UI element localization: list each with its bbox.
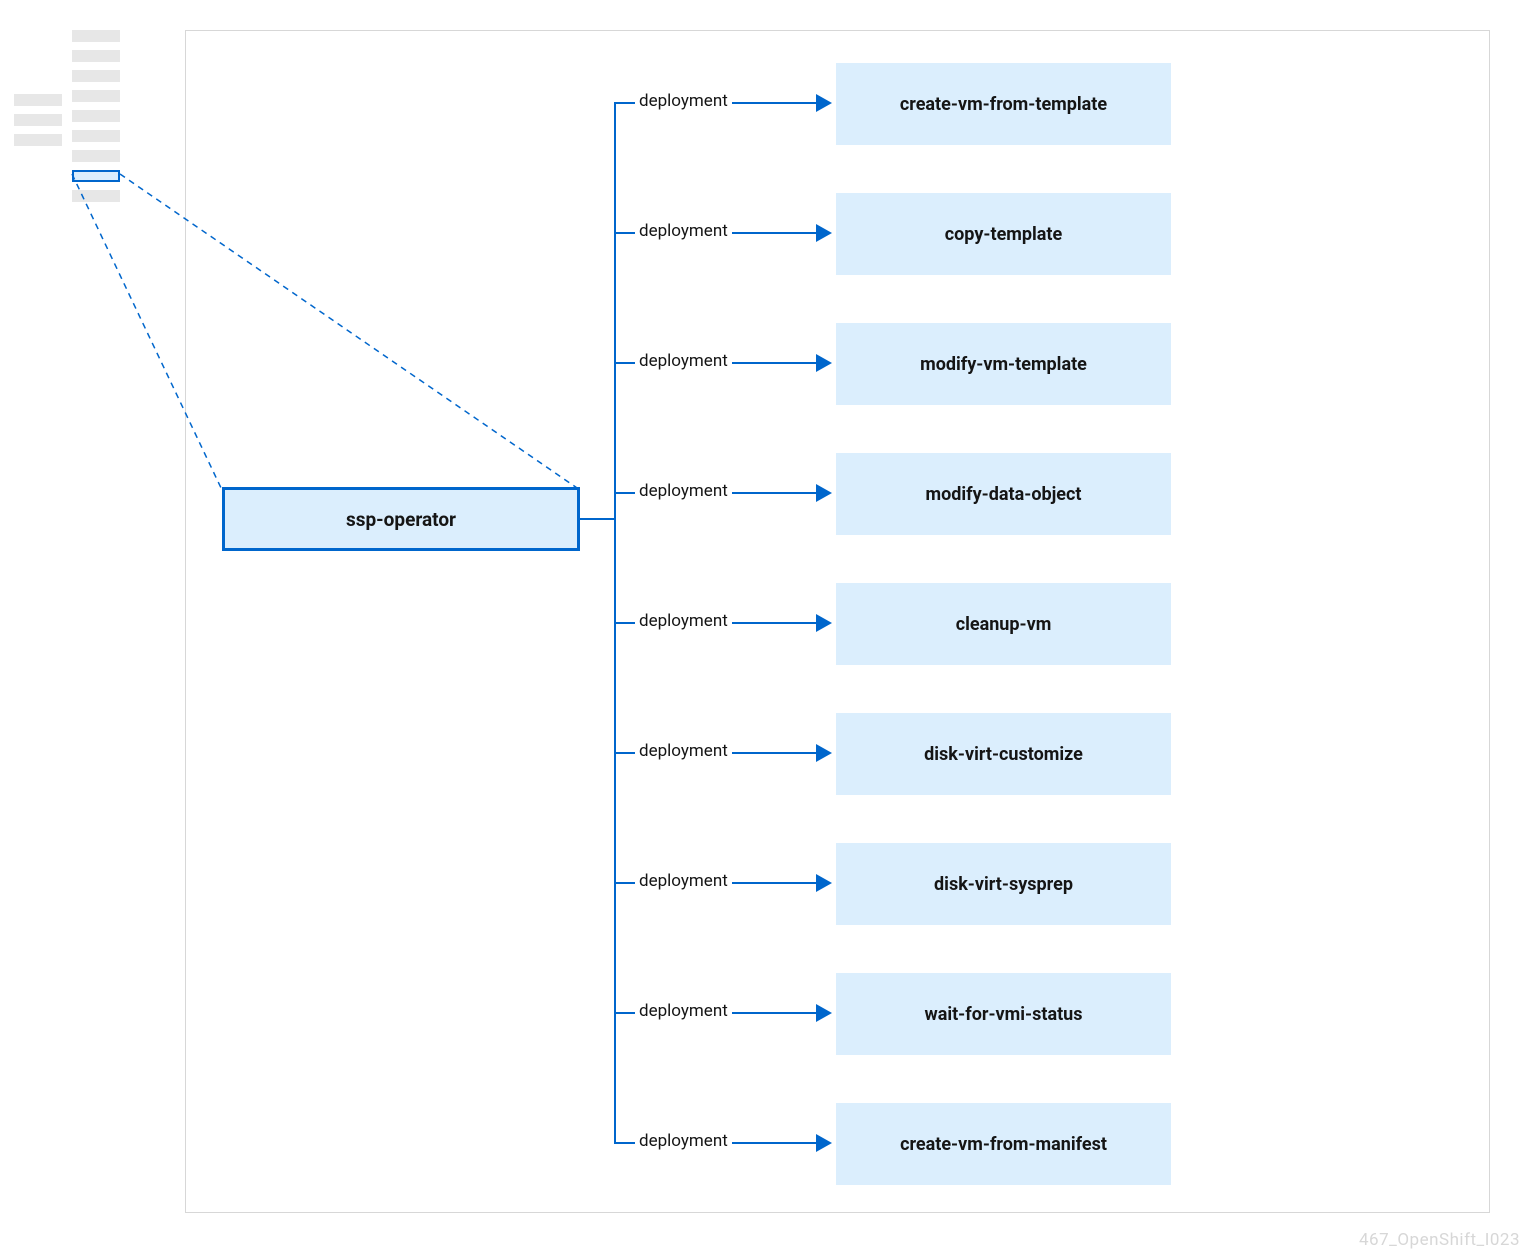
footer-label: 467_OpenShift_I023 [1359,1230,1520,1250]
target-copy-template: copy-template [836,193,1171,275]
diagram-canvas: ssp-operator deployment create-vm-from-t… [0,0,1520,1260]
trunk-line [580,518,616,520]
arrow-icon [816,874,832,892]
legend-bar [14,134,62,146]
arrow-icon [816,744,832,762]
legend-right-column [72,30,120,210]
legend-bar [72,70,120,82]
target-label: disk-virt-sysprep [934,874,1073,895]
target-label: modify-vm-template [920,354,1087,375]
target-label: wait-for-vmi-status [924,1004,1082,1025]
target-create-vm-from-template: create-vm-from-template [836,63,1171,145]
target-disk-virt-sysprep: disk-virt-sysprep [836,843,1171,925]
edge-label: deployment [635,611,732,631]
legend-bar [72,90,120,102]
target-wait-for-vmi-status: wait-for-vmi-status [836,973,1171,1055]
legend-left-column [14,94,62,154]
arrow-icon [816,354,832,372]
legend-bar [72,150,120,162]
edge-label: deployment [635,741,732,761]
target-modify-data-object: modify-data-object [836,453,1171,535]
arrow-icon [816,1134,832,1152]
target-label: cleanup-vm [956,614,1052,635]
target-create-vm-from-manifest: create-vm-from-manifest [836,1103,1171,1185]
legend-bar [72,110,120,122]
legend-bar [14,94,62,106]
arrow-icon [816,1004,832,1022]
edge-label: deployment [635,91,732,111]
target-disk-virt-customize: disk-virt-customize [836,713,1171,795]
legend-bar [72,50,120,62]
edge-label: deployment [635,481,732,501]
target-label: modify-data-object [926,484,1082,505]
edge-label: deployment [635,1001,732,1021]
edge-label: deployment [635,871,732,891]
edge-label: deployment [635,1131,732,1151]
ssp-operator-label: ssp-operator [346,508,456,531]
arrow-icon [816,484,832,502]
target-cleanup-vm: cleanup-vm [836,583,1171,665]
edge-label: deployment [635,221,732,241]
target-label: copy-template [945,224,1062,245]
target-label: create-vm-from-template [900,94,1107,115]
ssp-operator-node: ssp-operator [222,487,580,551]
target-label: disk-virt-customize [924,744,1083,765]
legend-highlight-bar [72,170,120,182]
legend-bar [72,190,120,202]
arrow-icon [816,614,832,632]
legend-bar [14,114,62,126]
legend-bar [72,30,120,42]
target-modify-vm-template: modify-vm-template [836,323,1171,405]
target-label: create-vm-from-manifest [900,1134,1107,1155]
legend-bar [72,130,120,142]
arrow-icon [816,94,832,112]
arrow-icon [816,224,832,242]
edge-label: deployment [635,351,732,371]
